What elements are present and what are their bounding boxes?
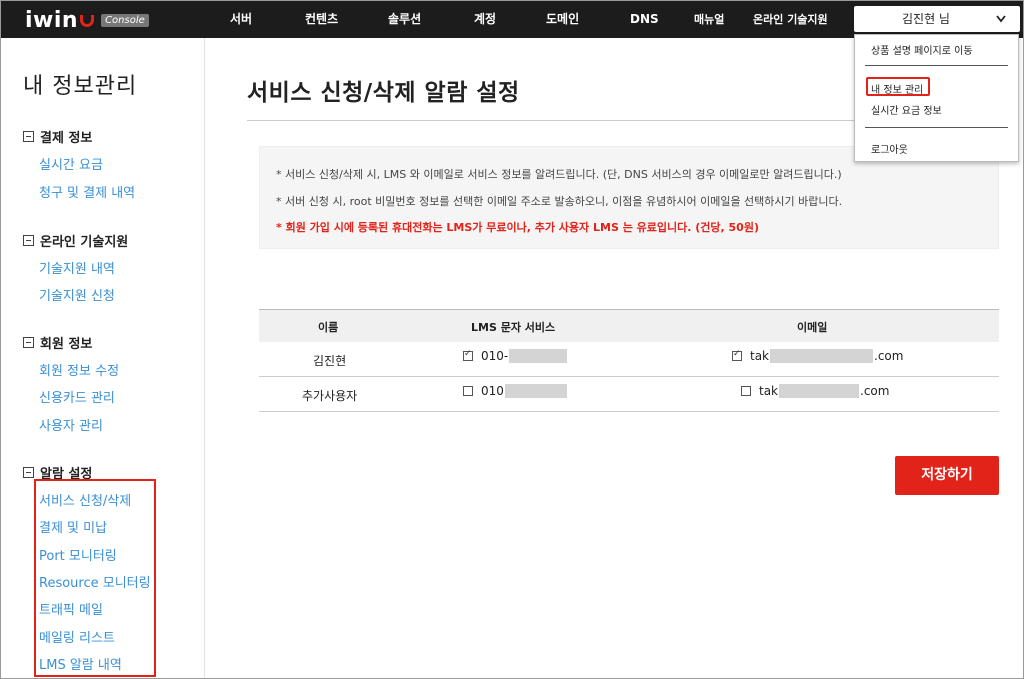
redacted-block	[770, 349, 874, 363]
column-header-email: 이메일	[797, 321, 828, 334]
save-button[interactable]: 저장하기	[895, 456, 999, 495]
collapse-icon	[23, 235, 34, 246]
sidebar-item-payment-alarm[interactable]: 결제 및 미납	[39, 517, 107, 536]
section-member-info[interactable]: 회원 정보	[23, 333, 92, 352]
iwin-logo[interactable]: iwin Console	[25, 7, 149, 33]
menu-item-product-page[interactable]: 상품 설명 페이지로 이동	[871, 42, 973, 57]
section-label: 온라인 기술지원	[40, 235, 129, 250]
table-header: 이름 LMS 문자 서비스 이메일	[259, 309, 999, 342]
logo-text: iwin	[25, 7, 79, 33]
sidebar-item-user-manage[interactable]: 사용자 관리	[39, 415, 103, 434]
nav-manual[interactable]: 매뉴얼	[694, 1, 724, 38]
email-prefix: tak	[750, 349, 770, 363]
redacted-block	[779, 384, 860, 398]
collapse-icon	[23, 337, 34, 348]
lms-cell: 010	[463, 384, 568, 398]
phone-number: 010-	[481, 349, 509, 363]
sidebar-item-service-alarm[interactable]: 서비스 신청/삭제	[39, 490, 131, 509]
sidebar-item-mailing-list[interactable]: 메일링 리스트	[39, 627, 115, 646]
email-cell: tak .com	[732, 349, 903, 363]
section-label: 결제 정보	[40, 131, 93, 146]
user-name-cell: 김진현	[313, 354, 347, 368]
page-title: 서비스 신청/삭제 알람 설정	[247, 80, 520, 106]
menu-item-realtime-fee[interactable]: 실시간 요금 정보	[871, 102, 942, 117]
menu-item-logout[interactable]: 로그아웃	[871, 141, 908, 156]
user-name: 김진현 님	[902, 12, 950, 26]
notice-text: * 서버 신청 시, root 비밀번호 정보를 선택한 이메일 주소로 발송하…	[276, 195, 843, 208]
section-online-support[interactable]: 온라인 기술지원	[23, 231, 128, 250]
nav-domain[interactable]: 도메인	[546, 1, 579, 38]
sidebar-item-realtime-fee[interactable]: 실시간 요금	[39, 154, 103, 173]
sidebar-item-port-monitoring[interactable]: Port 모니터링	[39, 545, 117, 564]
sidebar-item-traffic-mail[interactable]: 트래픽 메일	[39, 599, 103, 618]
column-header-name: 이름	[318, 321, 339, 334]
smile-icon	[80, 15, 95, 27]
sidebar-item-credit-card[interactable]: 신용카드 관리	[39, 387, 115, 406]
sidebar-item-lms-history[interactable]: LMS 알람 내역	[39, 654, 122, 673]
phone-number: 010	[481, 384, 504, 398]
nav-online-support[interactable]: 온라인 기술지원	[753, 1, 828, 38]
sidebar-item-edit-member[interactable]: 회원 정보 수정	[39, 360, 119, 379]
nav-server[interactable]: 서버	[230, 1, 252, 38]
top-navigation-bar: iwin Console 서버 컨텐츠 솔루션 계정 도메인 DNS 매뉴얼 온…	[1, 1, 1023, 38]
redacted-block	[509, 349, 568, 363]
lms-cell: 010-	[463, 349, 568, 363]
notice-warning-text: * 회원 가입 시에 등록된 휴대전화는 LMS가 무료이나, 추가 사용자 L…	[276, 221, 759, 234]
redacted-block	[504, 384, 567, 398]
menu-divider	[865, 65, 1008, 66]
nav-dns[interactable]: DNS	[630, 1, 659, 38]
collapse-icon	[23, 131, 34, 142]
app-window: iwin Console 서버 컨텐츠 솔루션 계정 도메인 DNS 매뉴얼 온…	[0, 0, 1024, 679]
email-checkbox[interactable]	[732, 349, 742, 361]
user-name-cell: 추가사용자	[302, 389, 358, 403]
section-payment-info[interactable]: 결제 정보	[23, 127, 92, 146]
user-dropdown-menu: 상품 설명 페이지로 이동 내 정보 관리 실시간 요금 정보 로그아웃	[854, 34, 1019, 162]
sidebar-item-support-history[interactable]: 기술지원 내역	[39, 258, 115, 277]
nav-solution[interactable]: 솔루션	[388, 1, 421, 38]
email-suffix: .com	[860, 384, 890, 398]
sidebar-item-resource-monitoring[interactable]: Resource 모니터링	[39, 572, 151, 591]
column-header-lms: LMS 문자 서비스	[471, 321, 556, 334]
collapse-icon	[23, 467, 34, 478]
menu-divider	[865, 127, 1008, 128]
section-label: 회원 정보	[40, 337, 93, 352]
lms-checkbox[interactable]	[463, 386, 473, 396]
table-row: 김진현 010- tak .com	[259, 342, 999, 377]
nav-contents[interactable]: 컨텐츠	[305, 1, 338, 38]
sidebar: 내 정보관리 결제 정보 실시간 요금 청구 및 결제 내역 온라인 기술지원 …	[1, 38, 205, 678]
sidebar-title: 내 정보관리	[23, 74, 138, 99]
email-prefix: tak	[759, 384, 779, 398]
sidebar-item-support-request[interactable]: 기술지원 신청	[39, 285, 115, 304]
email-checkbox[interactable]	[741, 386, 751, 396]
notice-text: * 서비스 신청/삭제 시, LMS 와 이메일로 서비스 정보를 알려드립니다…	[276, 168, 842, 181]
sidebar-item-billing-history[interactable]: 청구 및 결제 내역	[39, 182, 135, 201]
table-row: 추가사용자 010 tak .com	[259, 377, 999, 412]
console-badge: Console	[101, 13, 149, 27]
email-cell: tak .com	[741, 384, 889, 398]
chevron-down-icon	[996, 15, 1006, 23]
user-menu-select[interactable]: 김진현 님	[854, 6, 1020, 32]
menu-item-my-info[interactable]: 내 정보 관리	[871, 81, 923, 96]
nav-account[interactable]: 계정	[474, 1, 496, 38]
email-suffix: .com	[874, 349, 904, 363]
lms-checkbox[interactable]	[463, 349, 473, 361]
